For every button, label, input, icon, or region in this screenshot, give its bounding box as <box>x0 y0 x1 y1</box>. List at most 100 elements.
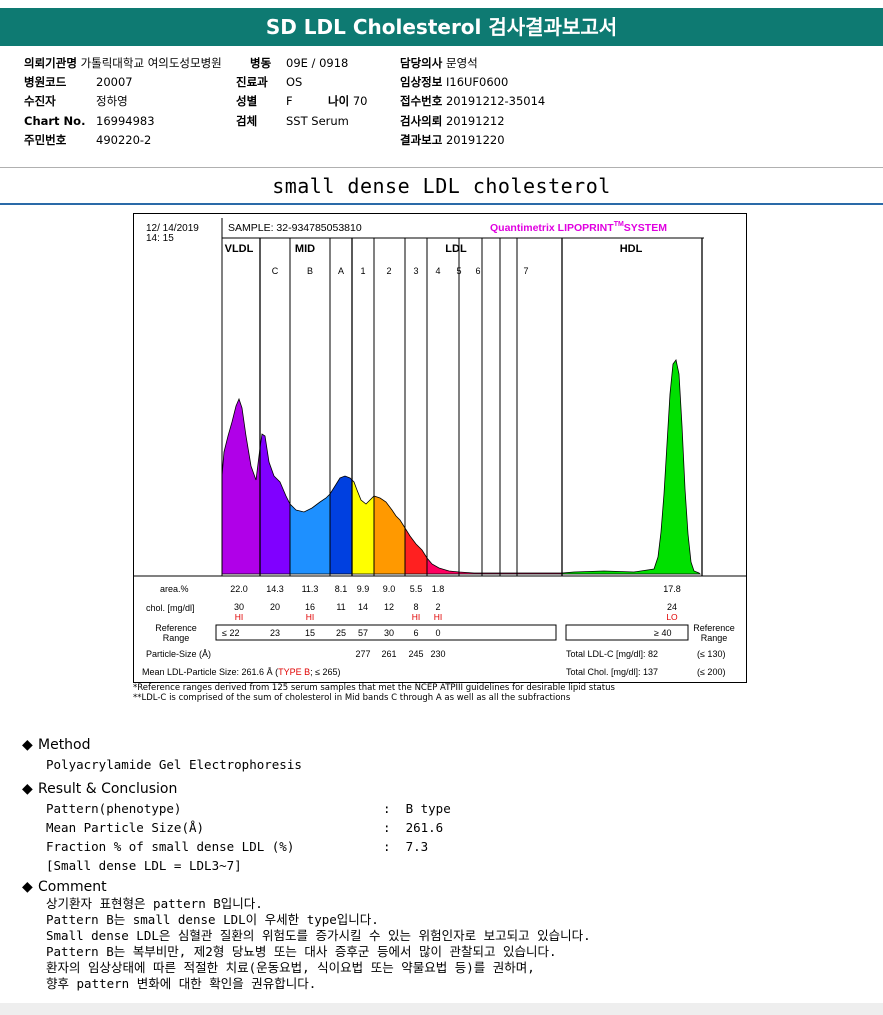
area-value: 1.8 <box>432 584 445 594</box>
rrn-label: 주민번호 <box>24 133 67 147</box>
chol-value: 2 <box>435 602 440 612</box>
result-value-1: : B type <box>383 801 451 816</box>
mean-particle-label: Mean LDL-Particle Size: 261.6 Å (TYPE B;… <box>142 667 341 677</box>
chol-value: 14 <box>358 602 368 612</box>
result-value-2: : 261.6 <box>383 820 444 835</box>
comment-line-5: 환자의 임상상태에 따른 적절한 치료(운동요법, 식이요법 또는 약물요법 등… <box>46 960 535 975</box>
report-title: SD LDL Cholesterol 검사결과보고서 <box>0 8 883 46</box>
receipt-label: 접수번호 <box>400 94 443 108</box>
result-label-2: Mean Particle Size(Å) <box>46 820 205 835</box>
result-heading: ◆ Result & Conclusion <box>22 781 178 797</box>
brand-name: Quantimetrix LIPOPRINTTMSYSTEM <box>490 221 667 234</box>
band-labels: CBA1234567 <box>272 266 529 276</box>
age-value: 70 <box>352 94 368 108</box>
chol-value: 24 <box>667 602 677 612</box>
chart-time: 14: 15 <box>146 233 174 244</box>
ref-value: 23 <box>270 628 280 638</box>
examinee-value: 정하영 <box>96 94 128 108</box>
chart-no-value: 16994983 <box>96 114 155 128</box>
flag-value: HI <box>412 612 421 622</box>
ref-label-1: Reference <box>155 623 197 633</box>
total-ldl: Total LDL-C [mg/dl]: 82 <box>566 649 658 659</box>
particle-size-label: Particle-Size (Å) <box>146 649 211 659</box>
area-value: 5.5 <box>410 584 423 594</box>
request-value: 20191212 <box>445 114 505 128</box>
result-label-3: Fraction % of small dense LDL (%) <box>46 839 295 854</box>
comment-heading: ◆ Comment <box>22 879 107 895</box>
ward-label: 병동 <box>250 56 272 70</box>
patient-info: 의뢰기관명 가톨릭대학교 여의도성모병원 병동 09E / 0918 담당의사 … <box>0 52 883 164</box>
dept-label: 진료과 <box>236 75 268 89</box>
total-chol: Total Chol. [mg/dl]: 137 <box>566 667 658 677</box>
ref-label-right-1: Reference <box>693 623 735 633</box>
diamond-bullet-icon: ◆ <box>22 781 33 797</box>
request-label: 검사의뢰 <box>400 114 443 128</box>
method-heading: ◆ Method <box>22 737 91 753</box>
examinee-label: 수진자 <box>24 94 56 108</box>
method-text: Polyacrylamide Gel Electrophoresis <box>46 757 302 772</box>
ref-value: 57 <box>358 628 368 638</box>
band-fill <box>482 360 500 574</box>
report-date-value: 20191220 <box>445 133 505 147</box>
footnote-1: *Reference ranges derived from 125 serum… <box>133 683 615 693</box>
table-values: 22.0 14.3 11.3 8.1 9.9 9.0 5.5 1.8 17.830 20 16 11 1… <box>230 584 681 659</box>
area-value: 8.1 <box>335 584 348 594</box>
group-hdl-label: HDL <box>620 243 643 255</box>
flag-value: LO <box>666 612 678 622</box>
ref-value: 30 <box>384 628 394 638</box>
group-ldl-label: LDL <box>445 243 467 255</box>
chol-value: 11 <box>336 602 345 612</box>
lipoprint-chart: 12/ 14/2019 14: 15 SAMPLE: 32-9347850538… <box>134 218 746 677</box>
flag-value: HI <box>434 612 443 622</box>
total-chol-ref: (≤ 200) <box>697 667 725 677</box>
band-fill <box>500 360 517 574</box>
chol-value: 30 <box>234 602 244 612</box>
band-label: 1 <box>360 266 365 276</box>
diamond-bullet-icon: ◆ <box>22 879 33 895</box>
institution-value: 가톨릭대학교 여의도성모병원 <box>80 56 222 70</box>
rrn-value: 490220-2 <box>96 133 152 147</box>
curve-fills <box>222 360 700 574</box>
ref-label-2: Range <box>163 633 190 643</box>
band-label: 7 <box>523 266 528 276</box>
section-title: small dense LDL cholesterol <box>272 174 611 198</box>
particle-size-value: 245 <box>408 649 423 659</box>
particle-size-value: 230 <box>430 649 445 659</box>
ref-value: 6 <box>413 628 418 638</box>
total-ldl-ref: (≤ 130) <box>697 649 725 659</box>
hospital-code-value: 20007 <box>96 75 133 89</box>
footer-band <box>0 1003 883 1015</box>
divider <box>0 167 883 168</box>
band-label: C <box>272 266 279 276</box>
hdl-fill <box>562 360 700 574</box>
chol-value: 20 <box>270 602 280 612</box>
institution-label: 의뢰기관명 <box>24 56 77 70</box>
hdl-ref: ≥ 40 <box>654 628 671 638</box>
flag-value: HI <box>306 612 315 622</box>
ref-value: 25 <box>336 628 346 638</box>
specimen-label: 검체 <box>236 114 258 128</box>
area-value: 11.3 <box>302 584 319 594</box>
particle-size-value: 261 <box>381 649 396 659</box>
band-label: 4 <box>435 266 440 276</box>
ref-value: 0 <box>435 628 440 638</box>
comment-line-6: 향후 pattern 변화에 대한 확인을 권유합니다. <box>46 976 317 991</box>
divider-blue <box>0 203 883 205</box>
result-label-1: Pattern(phenotype) <box>46 801 182 816</box>
vldl-ref: ≤ 22 <box>222 628 239 638</box>
ward-value: 09E / 0918 <box>286 56 349 70</box>
chol-value: 12 <box>384 602 394 612</box>
area-value: 9.0 <box>383 584 396 594</box>
lipoprint-panel: 12/ 14/2019 14: 15 SAMPLE: 32-9347850538… <box>133 213 747 683</box>
sex-value: F <box>286 94 293 108</box>
dept-value: OS <box>286 75 303 89</box>
chart-no-label: Chart No. <box>24 114 86 128</box>
specimen-value: SST Serum <box>286 114 349 128</box>
receipt-value: 20191212-35014 <box>445 94 546 108</box>
area-value: 17.8 <box>663 584 681 594</box>
band-label: 3 <box>413 266 418 276</box>
flag-value: HI <box>235 612 244 622</box>
comment-line-1: 상기환자 표현형은 pattern B입니다. <box>46 896 263 911</box>
band-fill <box>427 360 459 574</box>
group-vldl-label: VLDL <box>225 243 254 255</box>
